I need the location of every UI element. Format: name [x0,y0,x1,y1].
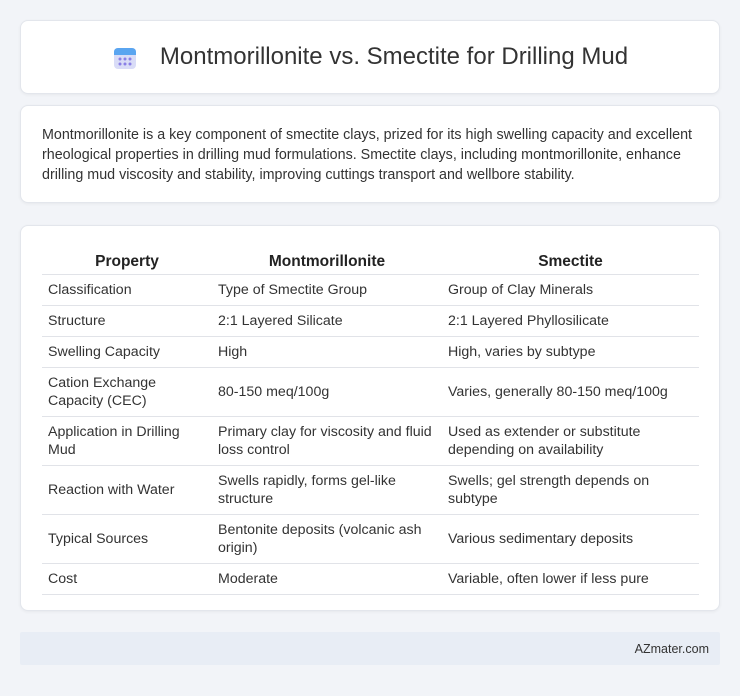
title-card: Montmorillonite vs. Smectite for Drillin… [20,20,720,94]
montmorillonite-cell: Type of Smectite Group [212,274,442,306]
property-cell: Application in Drilling Mud [42,416,212,466]
montmorillonite-cell: Moderate [212,563,442,595]
header-property: Property [42,246,212,275]
montmorillonite-cell: 80-150 meq/100g [212,367,442,417]
header-smectite: Smectite [442,246,699,275]
table-row: Reaction with Water Swells rapidly, form… [42,465,699,515]
table-row: Structure 2:1 Layered Silicate 2:1 Layer… [42,305,699,337]
smectite-cell: Used as extender or substitute depending… [442,416,699,466]
smectite-cell: High, varies by subtype [442,336,699,368]
comparison-table-card: Property Montmorillonite Smectite Classi… [20,225,720,611]
montmorillonite-cell: Swells rapidly, forms gel-like structure [212,465,442,515]
table-header-row: Property Montmorillonite Smectite [42,246,699,275]
smectite-cell: Variable, often lower if less pure [442,563,699,595]
montmorillonite-cell: Primary clay for viscosity and fluid los… [212,416,442,466]
property-cell: Cost [42,563,212,595]
smectite-cell: 2:1 Layered Phyllosilicate [442,305,699,337]
smectite-cell: Various sedimentary deposits [442,514,699,564]
table-row: Cost Moderate Variable, often lower if l… [42,563,699,595]
montmorillonite-cell: High [212,336,442,368]
description-text: Montmorillonite is a key component of sm… [42,127,693,183]
comparison-table: Property Montmorillonite Smectite Classi… [42,246,699,595]
description-card: Montmorillonite is a key component of sm… [20,105,720,203]
property-cell: Classification [42,274,212,306]
property-cell: Swelling Capacity [42,336,212,368]
header-montmorillonite: Montmorillonite [212,246,442,275]
table-row: Application in Drilling Mud Primary clay… [42,416,699,466]
footer: AZmater.com [20,632,720,665]
footer-brand: AZmater.com [634,641,709,656]
property-cell: Cation Exchange Capacity (CEC) [42,367,212,417]
smectite-cell: Group of Clay Minerals [442,274,699,306]
property-cell: Structure [42,305,212,337]
property-cell: Reaction with Water [42,465,212,515]
smectite-cell: Swells; gel strength depends on subtype [442,465,699,515]
montmorillonite-cell: 2:1 Layered Silicate [212,305,442,337]
montmorillonite-cell: Bentonite deposits (volcanic ash origin) [212,514,442,564]
table-row: Cation Exchange Capacity (CEC) 80-150 me… [42,367,699,417]
calendar-icon [113,48,136,69]
smectite-cell: Varies, generally 80-150 meq/100g [442,367,699,417]
table-row: Classification Type of Smectite Group Gr… [42,274,699,306]
property-cell: Typical Sources [42,514,212,564]
table-row: Swelling Capacity High High, varies by s… [42,336,699,368]
table-row: Typical Sources Bentonite deposits (volc… [42,514,699,564]
page-title: Montmorillonite vs. Smectite for Drillin… [159,43,629,70]
